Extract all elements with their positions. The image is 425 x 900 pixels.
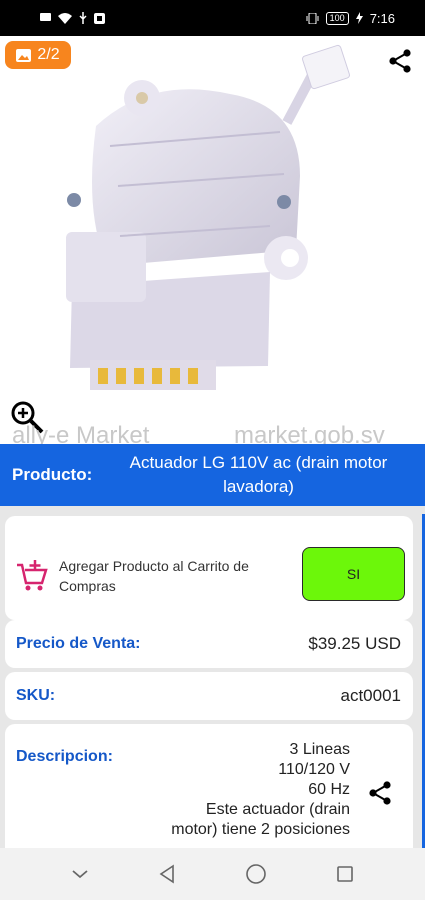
description-card: Descripcion: 3 Lineas 110/120 V 60 Hz Es… (5, 724, 413, 848)
product-image (66, 44, 350, 390)
price-label: Precio de Venta: (16, 635, 141, 652)
image-counter-text: 2/2 (37, 46, 60, 63)
battery-icon: 100 (325, 11, 349, 25)
home-icon[interactable] (245, 863, 267, 885)
price-value: $39.25 USD (308, 634, 401, 653)
image-counter-badge: 2/2 (5, 41, 71, 69)
description-line: 110/120 V (278, 761, 350, 778)
down-chevron-icon[interactable] (71, 868, 89, 880)
vibrate-icon (306, 12, 319, 24)
add-to-cart-label: Agregar Producto al Carrito de Compras (59, 558, 249, 594)
sku-value: act0001 (340, 686, 402, 705)
image-icon (16, 48, 32, 62)
navigation-bar (0, 848, 425, 900)
description-line: 60 Hz (308, 781, 350, 798)
watermark-right: market.gob.sv (234, 422, 385, 444)
status-time: 7:16 (369, 10, 395, 26)
add-to-cart-icon (17, 560, 48, 591)
status-bar: 100 7:16 (0, 0, 425, 36)
watermark-left: ally-e Market (12, 422, 150, 444)
price-row: Precio de Venta: $39.25 USD (5, 620, 413, 668)
description-label: Descripcion: (16, 748, 113, 765)
recents-icon[interactable] (336, 865, 354, 883)
description-line: Este actuador (drain (205, 801, 350, 818)
usb-icon (79, 12, 87, 24)
add-to-cart-card: Agregar Producto al Carrito de Compras S… (5, 516, 413, 620)
wifi-icon (58, 12, 72, 24)
product-title-bar: Producto: Actuador LG 110V ac (drain mot… (0, 444, 425, 506)
share-icon[interactable] (387, 48, 413, 74)
notification-icon (94, 12, 105, 24)
description-line: 3 Lineas (289, 741, 351, 758)
charging-icon (355, 12, 363, 24)
add-to-cart-button[interactable]: SI (302, 547, 405, 601)
status-right-icons: 100 7:16 (306, 11, 395, 26)
sku-row: SKU: act0001 (5, 672, 413, 720)
share-description-icon[interactable] (367, 780, 393, 806)
sku-label: SKU: (16, 687, 56, 704)
description-text: 3 Lineas 110/120 V 60 Hz Este actuador (… (110, 740, 350, 840)
product-name: Actuador LG 110V ac (drain motor lavador… (129, 453, 388, 496)
product-image-gallery[interactable]: 2/2 ally-e Market market.gob.sv (0, 36, 425, 444)
product-label: Producto: (12, 465, 93, 484)
message-icon (40, 13, 51, 21)
product-details[interactable]: Agregar Producto al Carrito de Compras S… (0, 506, 425, 848)
back-icon[interactable] (158, 864, 176, 884)
description-line: motor) tiene 2 posiciones (171, 821, 350, 838)
status-left-icons (40, 12, 105, 24)
